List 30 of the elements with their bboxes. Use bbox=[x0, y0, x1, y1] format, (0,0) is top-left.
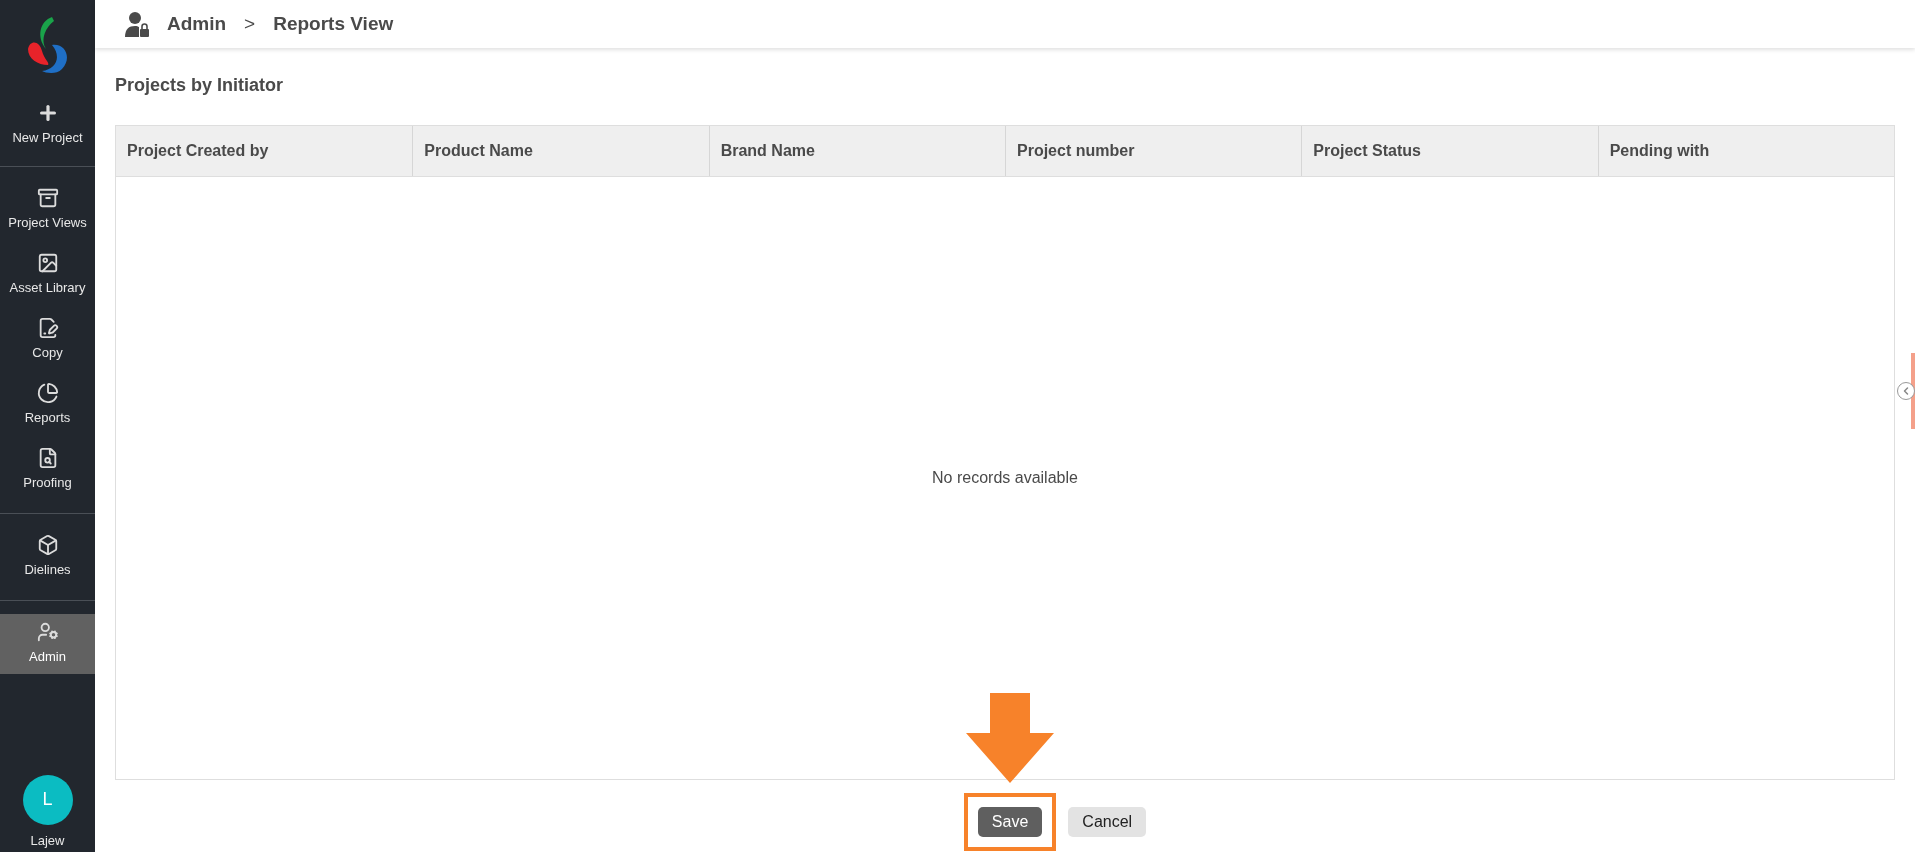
report-title: Projects by Initiator bbox=[115, 74, 285, 97]
sidebar-item[interactable]: Dielines bbox=[0, 527, 95, 587]
sidebar-item[interactable]: Asset Library bbox=[0, 245, 95, 305]
user-lock-icon bbox=[125, 11, 149, 37]
user-name: Lajew bbox=[30, 831, 65, 850]
column-header: Brand Name bbox=[708, 126, 1005, 176]
column-header: Pending with bbox=[1597, 126, 1894, 176]
archive-icon bbox=[36, 187, 59, 210]
logo-icon bbox=[25, 15, 70, 75]
image-icon bbox=[36, 252, 59, 275]
breadcrumb-link[interactable]: Admin bbox=[167, 9, 227, 39]
breadcrumb-separator: > bbox=[244, 11, 256, 36]
column-header: Project Status bbox=[1301, 126, 1598, 176]
down-arrow-icon bbox=[966, 693, 1055, 783]
pie-chart-icon bbox=[36, 382, 59, 405]
sidebar-item[interactable]: Proofing bbox=[0, 440, 95, 500]
sidebar-item[interactable]: Copy bbox=[0, 310, 95, 370]
cancel-button[interactable]: Cancel bbox=[1068, 807, 1147, 837]
column-header: Product Name bbox=[412, 126, 709, 176]
page-title: Reports View bbox=[273, 11, 394, 36]
collapse-handle[interactable] bbox=[1897, 382, 1915, 400]
save-button[interactable]: Save bbox=[977, 807, 1043, 837]
column-header: Project Created by bbox=[126, 141, 270, 161]
column-header: Project number bbox=[1005, 126, 1302, 176]
sidebar-item[interactable]: Reports bbox=[0, 375, 95, 435]
box-icon bbox=[36, 534, 59, 557]
sidebar-item[interactable]: Admin bbox=[0, 614, 95, 674]
sidebar-item[interactable]: Project Views bbox=[0, 180, 95, 240]
empty-message: No records available bbox=[932, 468, 1078, 488]
sidebar-item[interactable]: New Project bbox=[0, 95, 95, 155]
